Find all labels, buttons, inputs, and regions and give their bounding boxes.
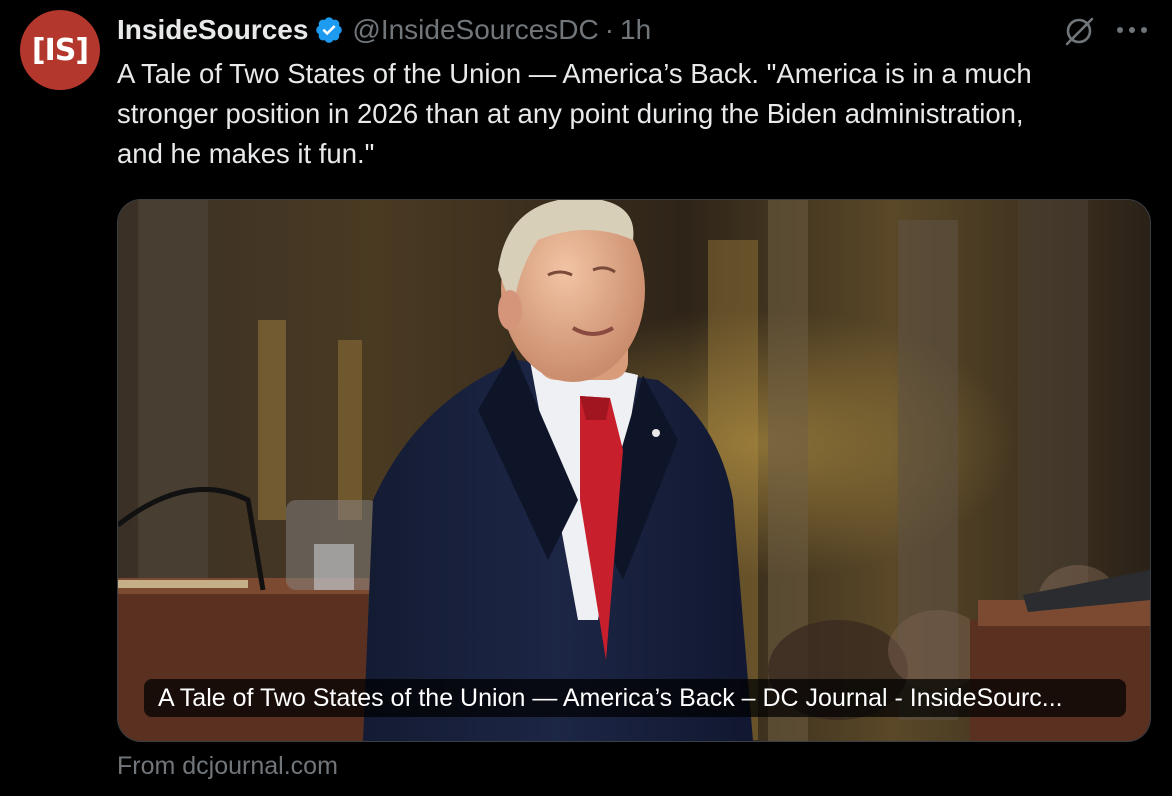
separator-dot: · [604, 14, 615, 45]
author-display-name[interactable]: InsideSources [117, 14, 308, 46]
link-card[interactable]: A Tale of Two States of the Union — Amer… [117, 199, 1151, 742]
verified-badge-icon[interactable] [314, 15, 344, 45]
timestamp[interactable]: 1h [620, 14, 651, 46]
article-photo [118, 200, 1150, 741]
tweet-text: A Tale of Two States of the Union — Amer… [117, 58, 1032, 169]
author-handle[interactable]: @InsideSourcesDC [352, 14, 598, 46]
card-source[interactable]: From dcjournal.com [117, 748, 338, 784]
card-caption[interactable]: A Tale of Two States of the Union — Amer… [144, 679, 1126, 717]
avatar[interactable]: [IS] [20, 10, 100, 90]
tweet-header: InsideSources @InsideSourcesDC · 1h [117, 10, 651, 50]
more-options-icon[interactable] [1114, 24, 1150, 36]
grok-icon[interactable] [1062, 14, 1096, 48]
